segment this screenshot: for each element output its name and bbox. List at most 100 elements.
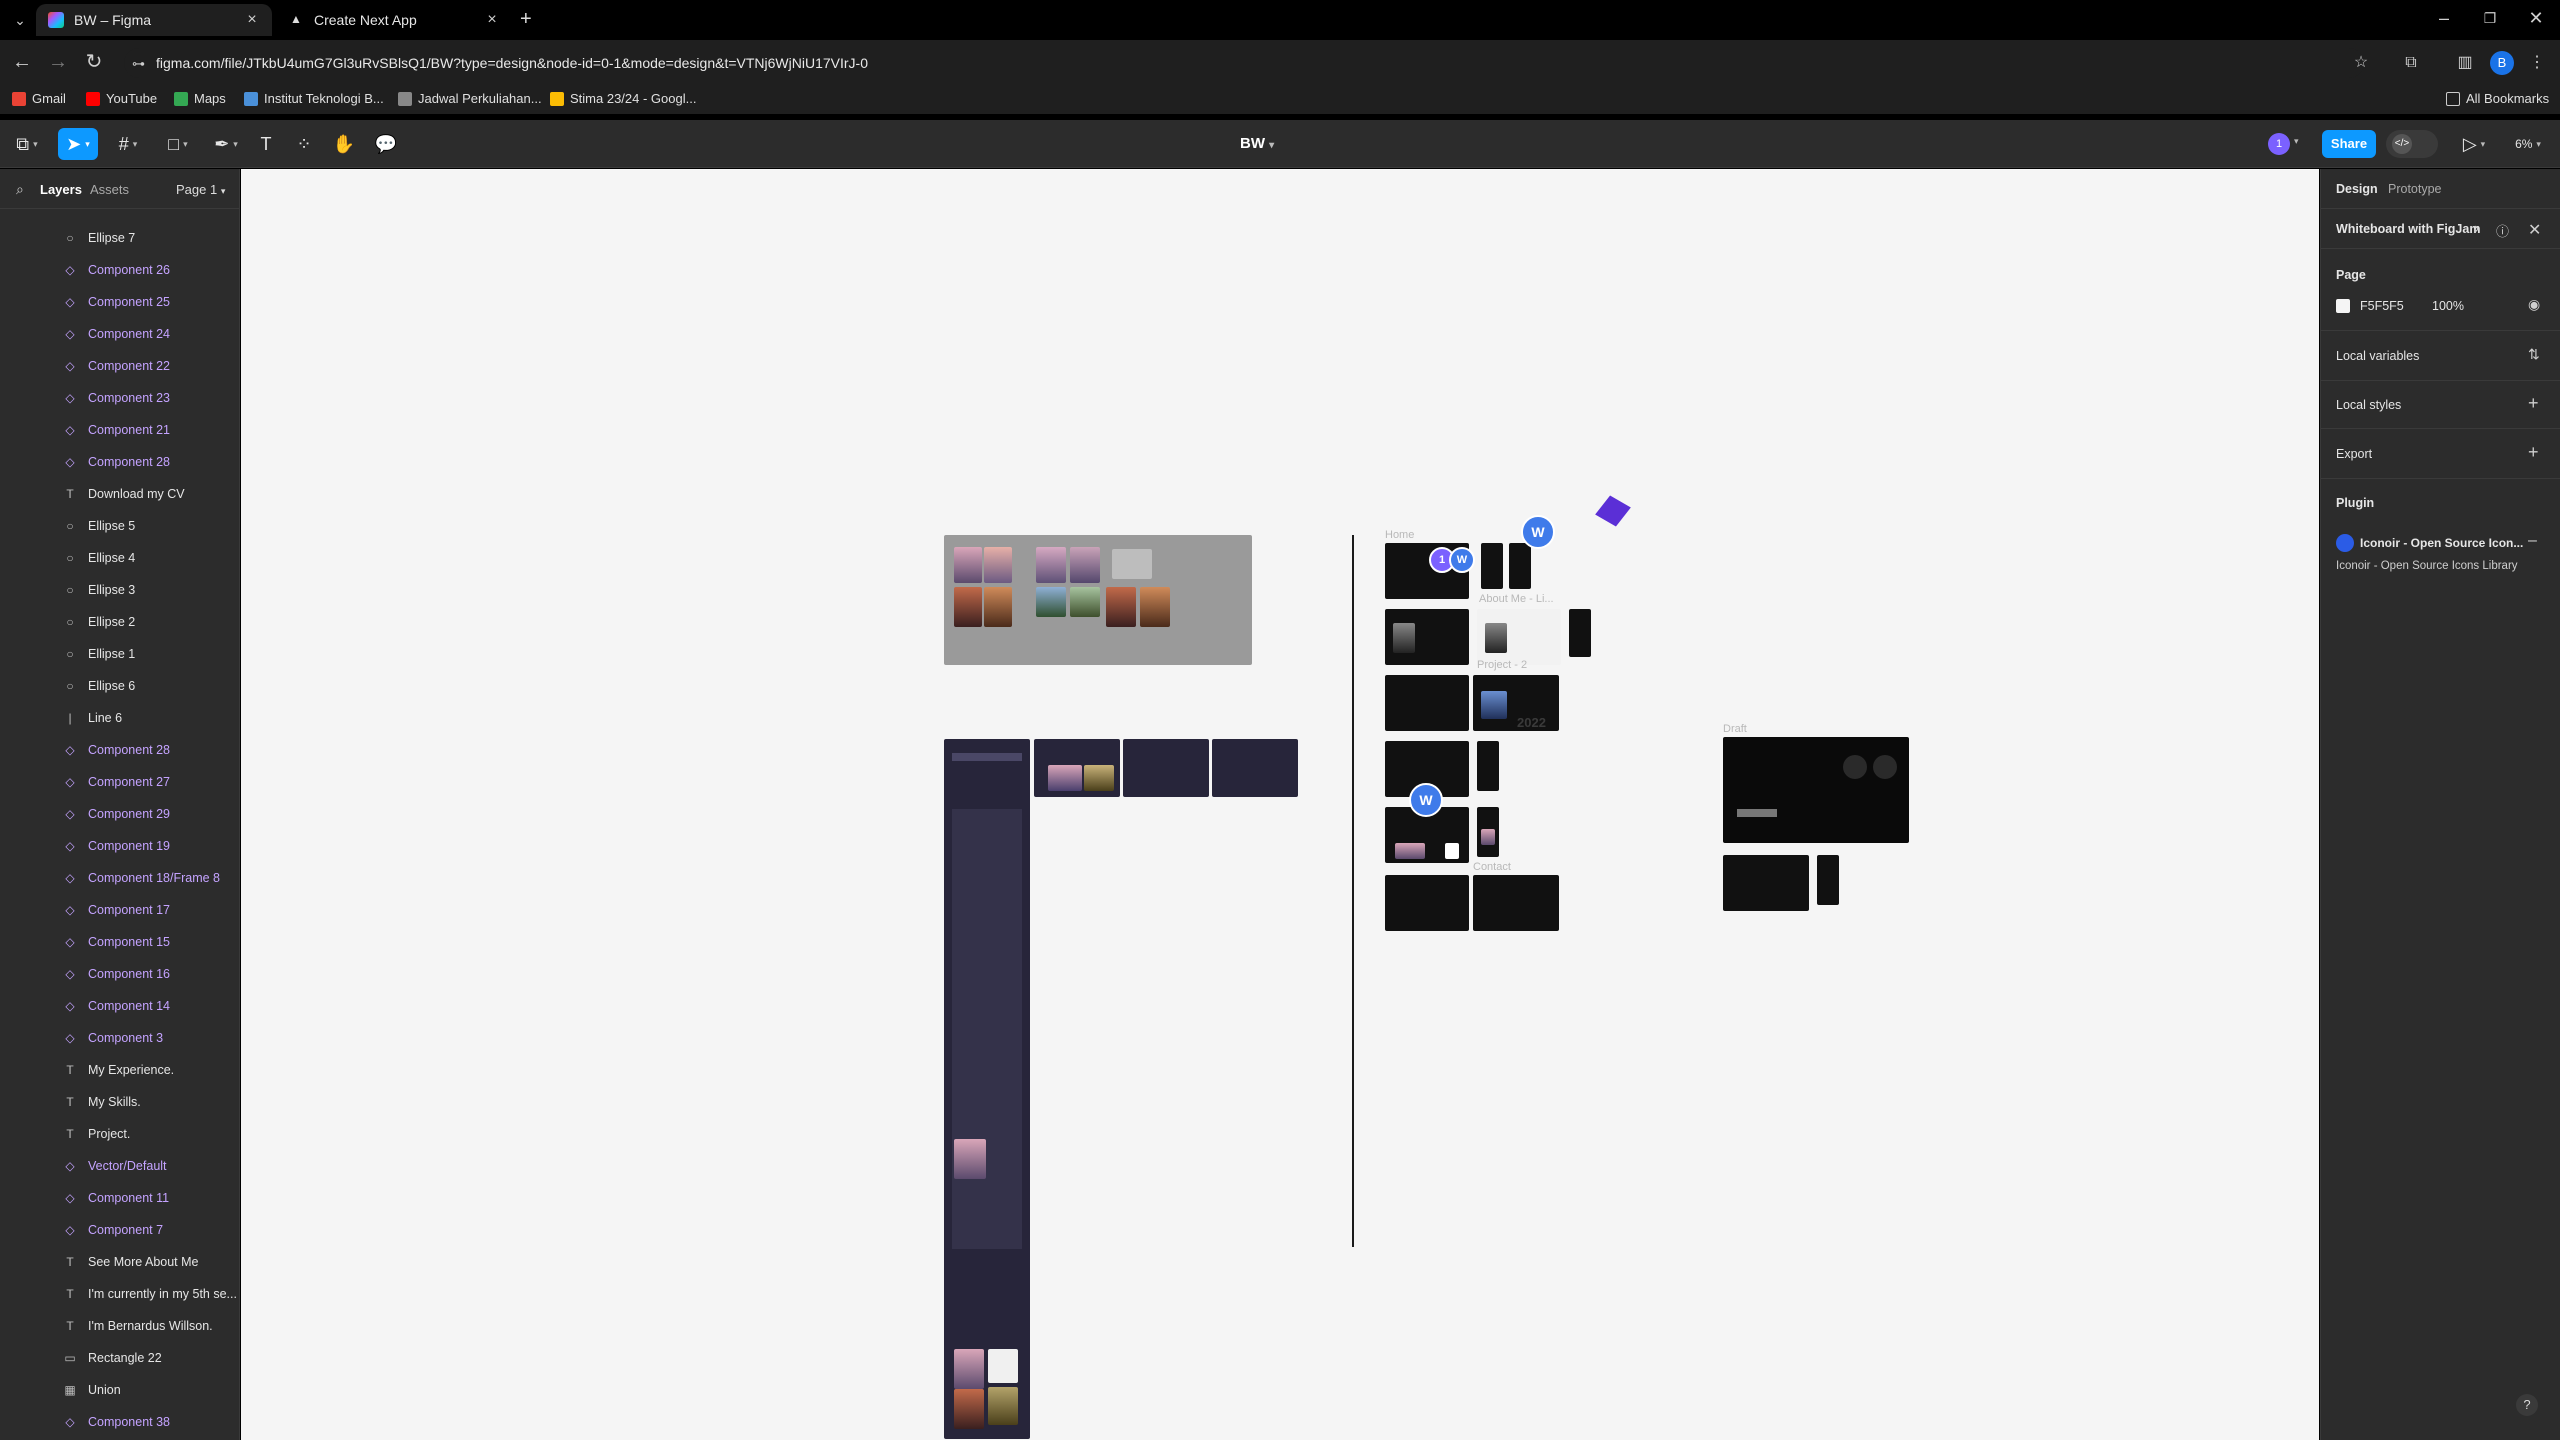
experience-mobile-frame[interactable] xyxy=(1477,807,1499,857)
close-icon[interactable]: ✕ xyxy=(2528,220,2541,240)
tab-search-icon[interactable]: ⌄ xyxy=(8,8,32,32)
layer-row[interactable]: ◇ Component 16 xyxy=(0,958,240,990)
chevron-right-icon[interactable]: › xyxy=(2474,220,2479,238)
export-label[interactable]: Export xyxy=(2336,447,2372,461)
layer-row[interactable]: T Download my CV xyxy=(0,478,240,510)
window-close-icon[interactable]: ✕ xyxy=(2518,8,2554,29)
hand-tool-button[interactable]: ✋ xyxy=(330,128,358,160)
layer-row[interactable]: ○ Ellipse 2 xyxy=(0,606,240,638)
remove-icon[interactable]: – xyxy=(2528,532,2537,550)
all-bookmarks[interactable]: All Bookmarks xyxy=(2446,91,2549,106)
bookmark-youtube[interactable]: YouTube xyxy=(86,91,157,106)
moodboard-frame[interactable] xyxy=(944,535,1252,665)
reload-icon[interactable]: ↻ xyxy=(82,50,106,74)
design-canvas[interactable]: Home About Me - Li... Project - 2 2022 C… xyxy=(241,169,2319,1440)
page-color-swatch[interactable] xyxy=(2336,299,2350,313)
bookmark-gmail[interactable]: Gmail xyxy=(12,91,66,106)
local-styles-label[interactable]: Local styles xyxy=(2336,398,2401,412)
purple-diamond-shape[interactable] xyxy=(1595,495,1631,527)
layer-row[interactable]: ○ Ellipse 4 xyxy=(0,542,240,574)
draft-frame-2[interactable] xyxy=(1723,855,1809,911)
extensions-icon[interactable]: ⧉ xyxy=(2400,52,2422,74)
mobile-page-frame[interactable] xyxy=(944,739,1030,1439)
layer-row[interactable]: | Line 6 xyxy=(0,702,240,734)
dev-mode-toggle[interactable]: </> xyxy=(2386,130,2438,158)
layer-row[interactable]: ○ Ellipse 6 xyxy=(0,670,240,702)
add-icon[interactable]: + xyxy=(2528,393,2539,414)
star-icon[interactable]: ☆ xyxy=(2350,52,2372,74)
chevron-down-icon[interactable]: ▾ xyxy=(2294,136,2299,147)
layer-row[interactable]: ◇ Vector/Default xyxy=(0,1150,240,1182)
local-variables-label[interactable]: Local variables xyxy=(2336,349,2419,363)
layer-row[interactable]: T Project. xyxy=(0,1118,240,1150)
draft-frame[interactable] xyxy=(1723,737,1909,843)
skills-mobile-frame[interactable] xyxy=(1477,741,1499,791)
zoom-menu[interactable]: 6% ▾ xyxy=(2508,128,2548,160)
layer-row[interactable]: ◇ Component 15 xyxy=(0,926,240,958)
layer-row[interactable]: ○ Ellipse 7 xyxy=(0,222,240,254)
plugin-name[interactable]: Iconoir - Open Source Icon... xyxy=(2360,536,2523,550)
layer-row[interactable]: ◇ Component 28 xyxy=(0,446,240,478)
contact-desktop-frame-2[interactable] xyxy=(1473,875,1559,931)
collaborator-avatar[interactable]: 1 xyxy=(2268,133,2290,155)
bookmark-maps[interactable]: Maps xyxy=(174,91,226,106)
layer-row[interactable]: ◇ Component 29 xyxy=(0,798,240,830)
menu-icon[interactable]: ⋮ xyxy=(2526,52,2548,74)
tab-assets[interactable]: Assets xyxy=(90,182,129,197)
about-desktop-frame[interactable] xyxy=(1385,609,1469,665)
file-name[interactable]: BW ▾ xyxy=(1240,135,1274,152)
page-opacity-value[interactable]: 100% xyxy=(2432,299,2464,313)
move-tool-button[interactable]: ➤ ▾ xyxy=(58,128,98,160)
bookmark-stima[interactable]: Stima 23/24 - Googl... xyxy=(550,91,696,106)
eye-icon[interactable]: ◉ xyxy=(2528,296,2540,313)
close-icon[interactable]: × xyxy=(484,11,500,29)
bookmark-itb[interactable]: Institut Teknologi B... xyxy=(244,91,384,106)
layer-row[interactable]: ◇ Component 14 xyxy=(0,990,240,1022)
page-color-value[interactable]: F5F5F5 xyxy=(2360,299,2404,313)
layer-row[interactable]: T I'm Bernardus Willson. xyxy=(0,1310,240,1342)
url-text[interactable]: figma.com/file/JTkbU4umG7Gl3uRvSBlsQ1/BW… xyxy=(156,55,868,71)
add-icon[interactable]: + xyxy=(2528,442,2539,463)
layer-row[interactable]: T See More About Me xyxy=(0,1246,240,1278)
whiteboard-link[interactable]: Whiteboard with FigJam xyxy=(2336,222,2480,236)
home-mobile-frame[interactable] xyxy=(1509,543,1531,589)
home-tablet-frame[interactable] xyxy=(1481,543,1503,589)
layer-row[interactable]: ○ Ellipse 5 xyxy=(0,510,240,542)
layer-row[interactable]: ◇ Component 38 xyxy=(0,1406,240,1438)
info-icon[interactable]: ⓘ xyxy=(2496,221,2509,240)
text-tool-button[interactable]: T xyxy=(252,128,280,160)
bookmark-jadwal[interactable]: Jadwal Perkuliahan... xyxy=(398,91,542,106)
search-icon[interactable]: ⌕ xyxy=(16,181,24,198)
layer-row[interactable]: ◇ Component 25 xyxy=(0,286,240,318)
tab-design[interactable]: Design xyxy=(2336,182,2378,196)
frame-tool-button[interactable]: # ▾ xyxy=(110,128,146,160)
tab-prototype[interactable]: Prototype xyxy=(2388,182,2442,196)
layer-row[interactable]: ◇ Component 24 xyxy=(0,318,240,350)
minimize-icon[interactable]: – xyxy=(2426,8,2462,29)
new-tab-icon[interactable]: + xyxy=(520,8,532,31)
layer-row[interactable]: ◇ Component 7 xyxy=(0,1214,240,1246)
layer-row[interactable]: ◇ Component 17 xyxy=(0,894,240,926)
layer-row[interactable]: ◇ Component 21 xyxy=(0,414,240,446)
pen-tool-button[interactable]: ✒ ▾ xyxy=(208,128,244,160)
project-frame[interactable] xyxy=(1034,739,1120,797)
about-mobile-frame[interactable] xyxy=(1569,609,1591,657)
layer-row[interactable]: ◇ Component 26 xyxy=(0,254,240,286)
restore-icon[interactable]: ❐ xyxy=(2472,10,2508,27)
layer-row[interactable]: ▭ Rectangle 22 xyxy=(0,1342,240,1374)
layer-row[interactable]: ▦ Union xyxy=(0,1374,240,1406)
help-button[interactable]: ? xyxy=(2516,1394,2538,1416)
layer-row[interactable]: ◇ Component 11 xyxy=(0,1182,240,1214)
project-2-frame[interactable]: 2022 xyxy=(1473,675,1559,731)
layer-row[interactable]: ○ Ellipse 3 xyxy=(0,574,240,606)
about-light-frame[interactable] xyxy=(1477,609,1561,665)
close-icon[interactable]: × xyxy=(244,11,260,29)
site-info-icon[interactable]: ⊶ xyxy=(132,56,145,72)
variables-icon[interactable]: ⇅ xyxy=(2528,346,2540,363)
profile-avatar[interactable]: B xyxy=(2490,51,2514,75)
home-frame-small[interactable] xyxy=(1212,739,1298,797)
layer-row[interactable]: ◇ Component 23 xyxy=(0,382,240,414)
share-button[interactable]: Share xyxy=(2322,130,2376,158)
layer-row[interactable]: T My Skills. xyxy=(0,1086,240,1118)
layer-row[interactable]: ◇ Component 28 xyxy=(0,734,240,766)
